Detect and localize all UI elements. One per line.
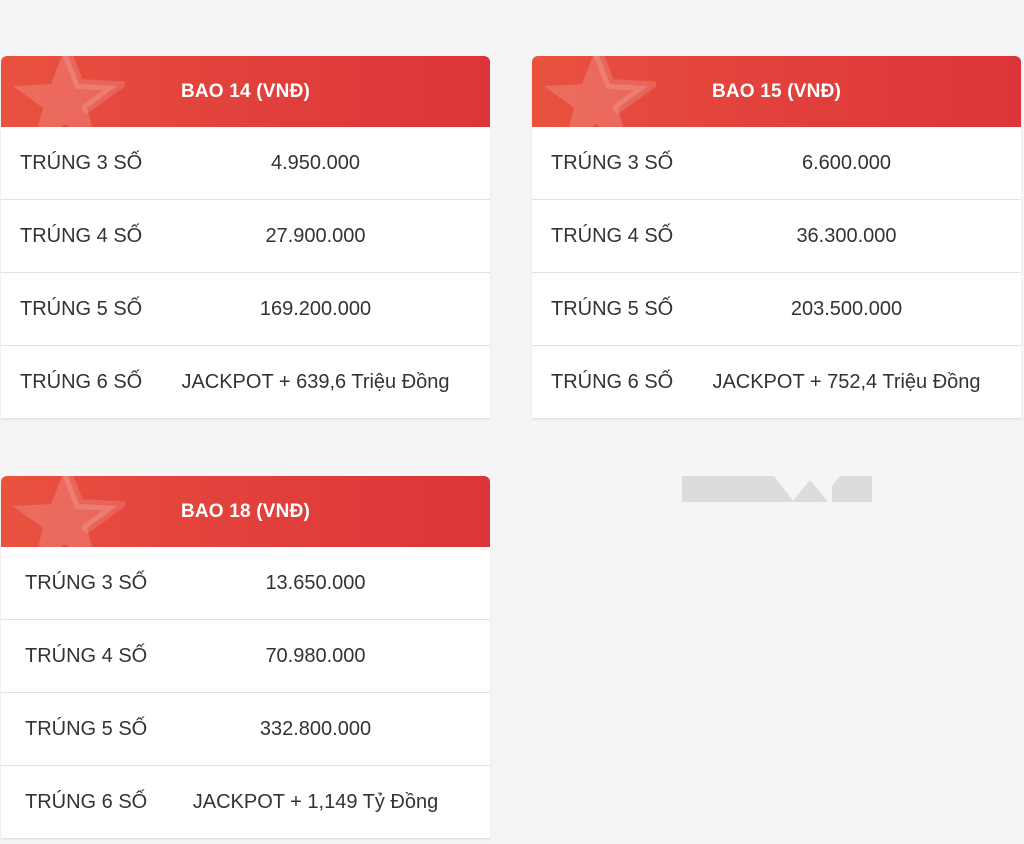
table-header: BAO 14 (VNĐ): [1, 56, 490, 127]
prize-value: 27.900.000: [265, 224, 366, 247]
table-row: TRÚNG 4 SỐ 36.300.000: [532, 200, 1021, 273]
prize-value: 6.600.000: [802, 151, 891, 174]
prize-label: TRÚNG 4 SỐ: [25, 644, 148, 667]
table-row: TRÚNG 3 SỐ 6.600.000: [532, 127, 1021, 200]
prize-table-bao-15: BAO 15 (VNĐ) TRÚNG 3 SỐ 6.600.000 TRÚNG …: [532, 56, 1021, 419]
prize-label: TRÚNG 3 SỐ: [25, 571, 148, 594]
table-row: TRÚNG 3 SỐ 4.950.000: [1, 127, 490, 200]
prize-label: TRÚNG 3 SỐ: [551, 151, 674, 174]
table-title: BAO 15 (VNĐ): [711, 80, 842, 102]
prize-label: TRÚNG 6 SỐ: [551, 370, 674, 393]
prize-value: 332.800.000: [259, 717, 372, 740]
table-row: TRÚNG 5 SỐ 332.800.000: [1, 693, 490, 766]
prize-value: 4.950.000: [271, 151, 360, 174]
prize-value: 36.300.000: [796, 224, 897, 247]
prize-table-bao-18: BAO 18 (VNĐ) TRÚNG 3 SỐ 13.650.000 TRÚNG…: [1, 476, 490, 839]
prize-value: JACKPOT + 639,6 Triệu Đồng: [181, 370, 450, 393]
prize-value: JACKPOT + 1,149 Tỷ Đồng: [192, 790, 439, 813]
table-row: TRÚNG 5 SỐ 203.500.000: [532, 273, 1021, 346]
table-row: TRÚNG 6 SỐ JACKPOT + 1,149 Tỷ Đồng: [1, 766, 490, 839]
table-title: BAO 18 (VNĐ): [180, 500, 311, 522]
prize-label: TRÚNG 5 SỐ: [20, 297, 143, 320]
table-row: TRÚNG 5 SỐ 169.200.000: [1, 273, 490, 346]
prize-label: TRÚNG 5 SỐ: [25, 717, 148, 740]
table-row: TRÚNG 6 SỐ JACKPOT + 752,4 Triệu Đồng: [532, 346, 1021, 419]
prize-label: TRÚNG 4 SỐ: [20, 224, 143, 247]
prize-value: 13.650.000: [265, 571, 366, 594]
prize-value: 70.980.000: [265, 644, 366, 667]
table-header: BAO 18 (VNĐ): [1, 476, 490, 547]
prize-value: JACKPOT + 752,4 Triệu Đồng: [712, 370, 981, 393]
prize-label: TRÚNG 6 SỐ: [20, 370, 143, 393]
star-icon: [544, 56, 656, 127]
prize-label: TRÚNG 4 SỐ: [551, 224, 674, 247]
prize-table-bao-14: BAO 14 (VNĐ) TRÚNG 3 SỐ 4.950.000 TRÚNG …: [1, 56, 490, 419]
table-row: TRÚNG 4 SỐ 70.980.000: [1, 620, 490, 693]
table-header: BAO 15 (VNĐ): [532, 56, 1021, 127]
prize-value: 203.500.000: [790, 297, 903, 320]
prize-label: TRÚNG 6 SỐ: [25, 790, 148, 813]
logo-placeholder-icon: [682, 476, 872, 502]
table-row: TRÚNG 4 SỐ 27.900.000: [1, 200, 490, 273]
table-row: TRÚNG 6 SỐ JACKPOT + 639,6 Triệu Đồng: [1, 346, 490, 419]
prize-label: TRÚNG 5 SỐ: [551, 297, 674, 320]
table-row: TRÚNG 3 SỐ 13.650.000: [1, 547, 490, 620]
prize-label: TRÚNG 3 SỐ: [20, 151, 143, 174]
star-icon: [13, 476, 125, 547]
star-icon: [13, 56, 125, 127]
prize-value: 169.200.000: [259, 297, 372, 320]
table-title: BAO 14 (VNĐ): [180, 80, 311, 102]
